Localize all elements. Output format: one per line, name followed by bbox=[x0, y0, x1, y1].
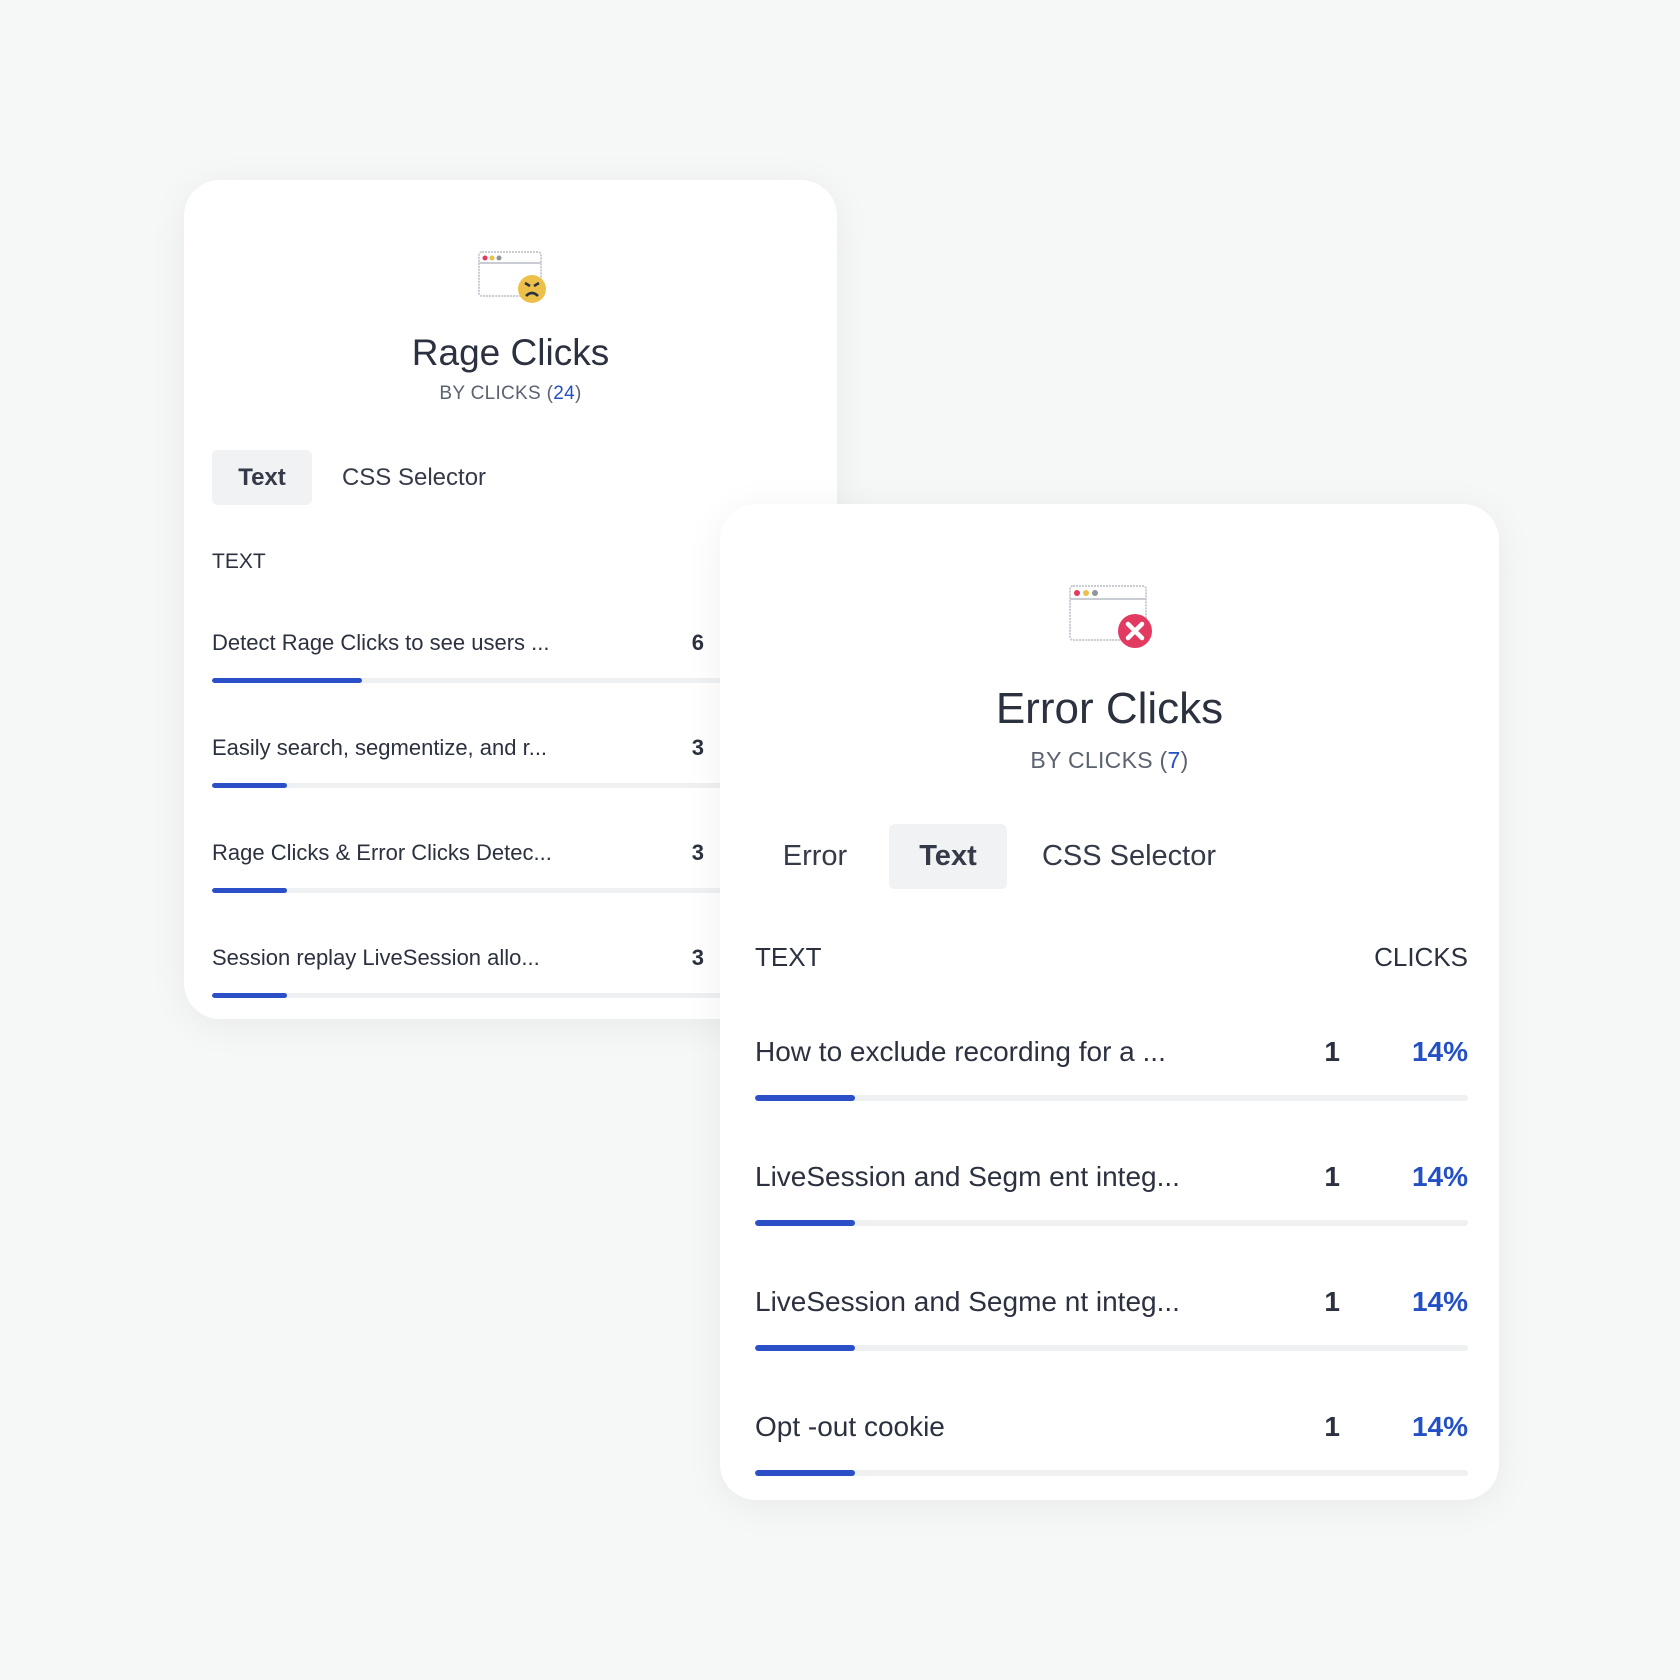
progress-fill bbox=[755, 1345, 855, 1351]
row-text: Opt -out cookie bbox=[755, 1411, 945, 1442]
progress-fill bbox=[212, 888, 287, 893]
row-count: 3 bbox=[691, 735, 704, 760]
tab-text[interactable]: Text bbox=[889, 824, 1007, 889]
browser-window-angry-face-icon bbox=[478, 251, 546, 303]
progress-fill bbox=[212, 783, 287, 788]
row-count: 3 bbox=[691, 840, 704, 865]
card-subtitle: BY CLICKS (24) bbox=[439, 383, 582, 404]
row-percent: 14% bbox=[1411, 1036, 1468, 1067]
total-clicks: 24 bbox=[553, 383, 575, 404]
tab-error[interactable]: Error bbox=[765, 824, 865, 889]
progress-fill bbox=[755, 1095, 855, 1101]
progress-fill bbox=[212, 993, 287, 998]
tab-css-selector[interactable]: CSS Selector bbox=[334, 450, 494, 505]
browser-window-error-icon bbox=[1069, 585, 1152, 648]
column-header-clicks[interactable]: CLICKS bbox=[1374, 942, 1468, 973]
progress-fill bbox=[755, 1470, 855, 1476]
row-text: Session replay LiveSession allo... bbox=[212, 945, 540, 970]
progress-track bbox=[755, 1345, 1468, 1351]
progress-track bbox=[755, 1220, 1468, 1226]
row-text: Detect Rage Clicks to see users ... bbox=[212, 630, 550, 655]
row-text: LiveSession and Segme nt integ... bbox=[755, 1286, 1180, 1317]
row-text: Rage Clicks & Error Clicks Detec... bbox=[212, 840, 552, 865]
card-title: Error Clicks bbox=[995, 684, 1224, 733]
card-title: Rage Clicks bbox=[411, 332, 610, 373]
progress-fill bbox=[212, 678, 362, 683]
card-subtitle: BY CLICKS (7) bbox=[1030, 747, 1189, 773]
tab-css-selector[interactable]: CSS Selector bbox=[1035, 824, 1223, 889]
row-text: Easily search, segmentize, and r... bbox=[212, 735, 548, 760]
tab-text[interactable]: Text bbox=[212, 450, 312, 505]
column-header-text: TEXT bbox=[755, 942, 822, 972]
row-count: 6 bbox=[691, 630, 704, 655]
row-percent: 14% bbox=[1411, 1286, 1468, 1317]
row-count: 1 bbox=[1324, 1161, 1340, 1192]
row-count: 1 bbox=[1324, 1286, 1340, 1317]
row-text: How to exclude recording for a ... bbox=[755, 1036, 1166, 1067]
row-text: LiveSession and Segm ent integ... bbox=[755, 1161, 1180, 1192]
total-clicks: 7 bbox=[1167, 747, 1181, 773]
progress-fill bbox=[755, 1220, 855, 1226]
row-count: 1 bbox=[1324, 1036, 1340, 1067]
column-header-text: TEXT bbox=[212, 550, 266, 573]
row-count: 1 bbox=[1324, 1411, 1340, 1442]
progress-track bbox=[755, 1095, 1468, 1101]
row-percent: 14% bbox=[1411, 1411, 1468, 1442]
row-count: 3 bbox=[691, 945, 704, 970]
error-clicks-card: Error Clicks BY CLICKS (7) Error Text CS… bbox=[720, 504, 1499, 1500]
progress-track bbox=[755, 1470, 1468, 1476]
row-percent: 14% bbox=[1411, 1161, 1468, 1192]
